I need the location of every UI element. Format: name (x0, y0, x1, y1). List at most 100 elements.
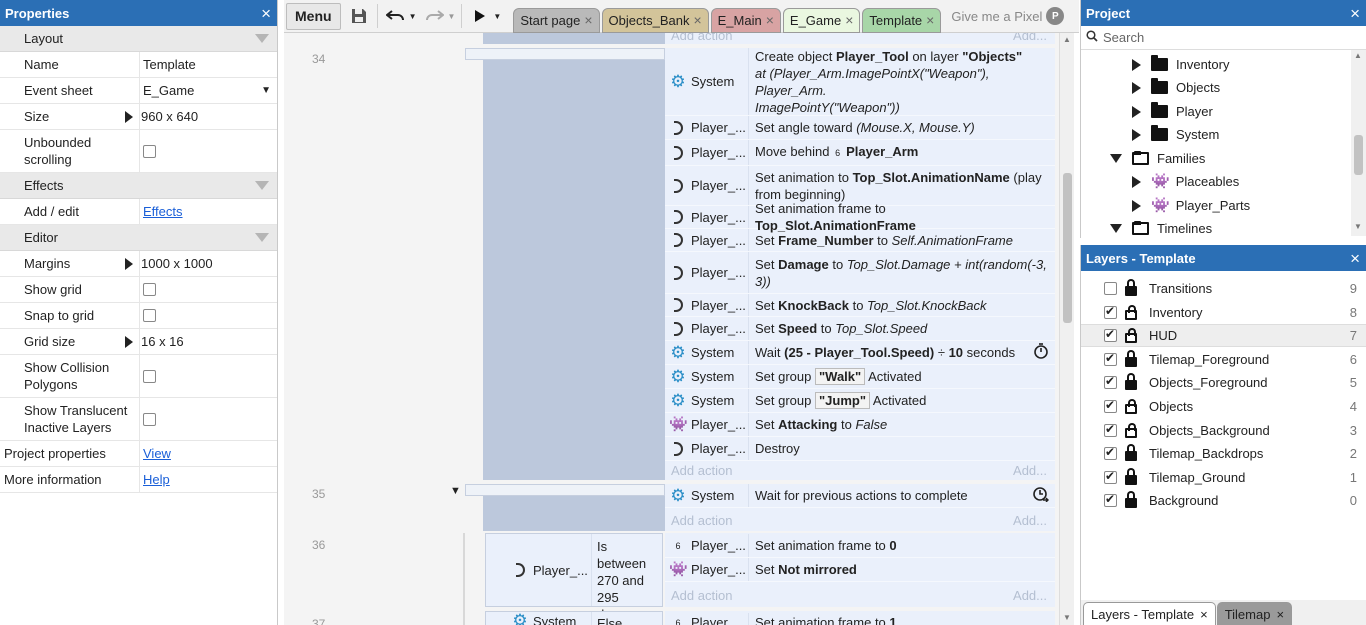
layer-visible-checkbox[interactable] (1104, 374, 1117, 390)
tree-item-inventory[interactable]: Inventory (1132, 53, 1229, 76)
expand-icon[interactable] (125, 110, 133, 123)
close-tab-icon[interactable]: × (926, 12, 934, 28)
action-row[interactable]: Player_... Set Speed to Top_Slot.Speed (665, 317, 1055, 341)
expand-icon[interactable] (1132, 128, 1141, 141)
tab-start-page[interactable]: Start page × (513, 7, 600, 33)
layer-row-tilemap-backdrops[interactable]: Tilemap_Backdrops 2 (1081, 442, 1366, 465)
scroll-down-icon[interactable]: ▼ (1063, 613, 1071, 622)
help-link[interactable]: Help (143, 472, 170, 487)
close-icon[interactable]: × (1350, 250, 1360, 267)
add-action-row[interactable]: Add action Add... (665, 511, 1055, 529)
add-more-link[interactable]: Add... (1013, 463, 1047, 478)
action-row[interactable]: Player_... Move behind 6 Player_Arm (665, 140, 1055, 166)
unlock-icon[interactable] (1125, 399, 1137, 414)
section-editor[interactable]: Editor (0, 225, 277, 251)
close-icon[interactable]: × (261, 5, 271, 22)
add-action-link[interactable]: Add action (671, 463, 732, 478)
event-condition[interactable]: Player_... Is between 270 and 295 degree… (485, 533, 663, 622)
expand-icon[interactable] (1132, 199, 1141, 212)
name-field[interactable]: Template (140, 52, 277, 77)
action-row[interactable]: Player_... Set animation frame to Top_Slo… (665, 201, 1055, 233)
lock-icon[interactable] (1125, 349, 1137, 367)
layer-visible-checkbox[interactable] (1104, 492, 1117, 508)
layer-row-objects-foreground[interactable]: Objects_Foreground 5 (1081, 371, 1366, 394)
layer-row-tilemap-foreground[interactable]: Tilemap_Foreground 6 (1081, 348, 1366, 371)
add-action-row[interactable]: Add action Add... (665, 33, 1055, 43)
add-action-link[interactable]: Add action (671, 588, 732, 603)
collapse-icon[interactable] (255, 34, 269, 43)
layer-visible-checkbox[interactable] (1104, 398, 1117, 413)
event-condition-block[interactable] (483, 33, 665, 44)
add-action-row[interactable]: Add action Add... (665, 461, 1055, 479)
lock-icon[interactable] (1125, 467, 1137, 485)
layer-row-objects-background[interactable]: Objects_Background 3 (1081, 419, 1366, 442)
lock-icon[interactable] (1125, 444, 1137, 462)
tab-e-main[interactable]: E_Main × (710, 7, 781, 33)
tab-objects-bank[interactable]: Objects_Bank × (601, 7, 709, 33)
close-tab-icon[interactable]: × (584, 12, 592, 28)
section-effects[interactable]: Effects (0, 173, 277, 199)
layer-row-tilemap-ground[interactable]: Tilemap_Ground 1 (1081, 466, 1366, 489)
layer-visible-checkbox[interactable] (1104, 351, 1117, 366)
action-row[interactable]: Player_... Set KnockBack to Top_Slot.Knoc… (665, 294, 1055, 317)
tab-template[interactable]: Template × (862, 7, 942, 33)
event-group-header[interactable] (465, 484, 665, 496)
collapse-icon[interactable] (1110, 154, 1122, 163)
bottom-tab-layers-template[interactable]: Layers - Template × (1083, 602, 1216, 625)
add-action-link[interactable]: Add action (671, 33, 732, 43)
event-sheet-scrollbar[interactable]: ▲ ▼ (1059, 33, 1074, 625)
scroll-up-icon[interactable]: ▲ (1063, 35, 1071, 44)
scroll-down-icon[interactable]: ▼ (1354, 222, 1362, 231)
scroll-up-icon[interactable]: ▲ (1354, 51, 1362, 60)
layer-row-hud[interactable]: HUD 7 (1081, 324, 1366, 348)
save-icon[interactable] (347, 4, 371, 28)
play-dropdown-icon[interactable]: ▼ (493, 12, 501, 21)
undo-dropdown-icon[interactable]: ▼ (409, 12, 417, 21)
expand-icon[interactable] (1132, 105, 1141, 118)
unlock-icon[interactable] (1125, 328, 1137, 344)
close-tab-icon[interactable]: × (693, 12, 701, 28)
tree-item-objects[interactable]: Objects (1132, 76, 1220, 99)
tab-overflow[interactable]: Give me a Pixel P (951, 7, 1065, 25)
close-tab-icon[interactable]: × (1276, 607, 1284, 622)
lock-icon[interactable] (1125, 373, 1137, 391)
collapse-icon[interactable] (255, 181, 269, 190)
layer-row-inventory[interactable]: Inventory 8 (1081, 301, 1366, 324)
action-row[interactable]: ⚙ System Set group "Walk" Activated (665, 365, 1055, 389)
show-collision-checkbox[interactable] (143, 369, 156, 383)
collapse-icon[interactable] (1110, 224, 1122, 233)
redo-icon[interactable] (422, 4, 446, 28)
event-condition-block[interactable] (483, 496, 665, 531)
layer-row-background[interactable]: Background 0 (1081, 489, 1366, 512)
event-group-header[interactable] (465, 48, 665, 60)
layer-visible-checkbox[interactable] (1104, 469, 1117, 484)
add-more-link[interactable]: Add... (1013, 513, 1047, 528)
close-tab-icon[interactable]: × (845, 12, 853, 28)
snap-to-grid-checkbox[interactable] (143, 309, 156, 322)
add-more-link[interactable]: Add... (1013, 588, 1047, 603)
tree-item-system[interactable]: System (1132, 123, 1219, 146)
unlock-icon[interactable] (1125, 422, 1137, 438)
action-row[interactable]: Player_... Set angle toward (Mouse.X, Mou… (665, 116, 1055, 140)
expand-icon[interactable] (1132, 58, 1141, 71)
layer-row-transitions[interactable]: Transitions 9 (1081, 277, 1366, 300)
event-sheet-select[interactable]: E_Game ▼ (140, 78, 277, 103)
close-icon[interactable]: × (1350, 5, 1360, 22)
action-row[interactable]: Player_... Set Damage to Top_Slot.Damage … (665, 252, 1055, 294)
layer-visible-checkbox[interactable] (1104, 282, 1117, 295)
action-row[interactable]: Player_... Set Frame_Number to Self.Anima… (665, 229, 1055, 252)
menu-button[interactable]: Menu (286, 2, 341, 30)
event-sheet[interactable]: Add action Add... 34 ⚙ System Create object… (284, 33, 1059, 625)
add-more-link[interactable]: Add... (1013, 33, 1047, 43)
action-row[interactable]: 6 Player_... Set animation frame to 1 (665, 613, 1055, 625)
tab-e-game[interactable]: E_Game × (782, 7, 861, 33)
avatar[interactable]: P (1046, 7, 1065, 25)
bottom-tab-tilemap[interactable]: Tilemap × (1216, 602, 1293, 625)
action-row[interactable]: 👾 Player_... Set Not mirrored (665, 558, 1055, 582)
project-search[interactable]: Search (1081, 26, 1366, 50)
grid-size-field[interactable]: 16 x 16 (125, 329, 277, 354)
add-action-link[interactable]: Add action (671, 513, 732, 528)
action-row[interactable]: ⚙ System Wait (25 - Player_Tool.Speed) ÷ 1… (665, 341, 1055, 365)
action-row[interactable]: ⚙ System Create object Player_Tool on laye… (665, 48, 1055, 116)
unbounded-scrolling-checkbox[interactable] (143, 144, 156, 158)
